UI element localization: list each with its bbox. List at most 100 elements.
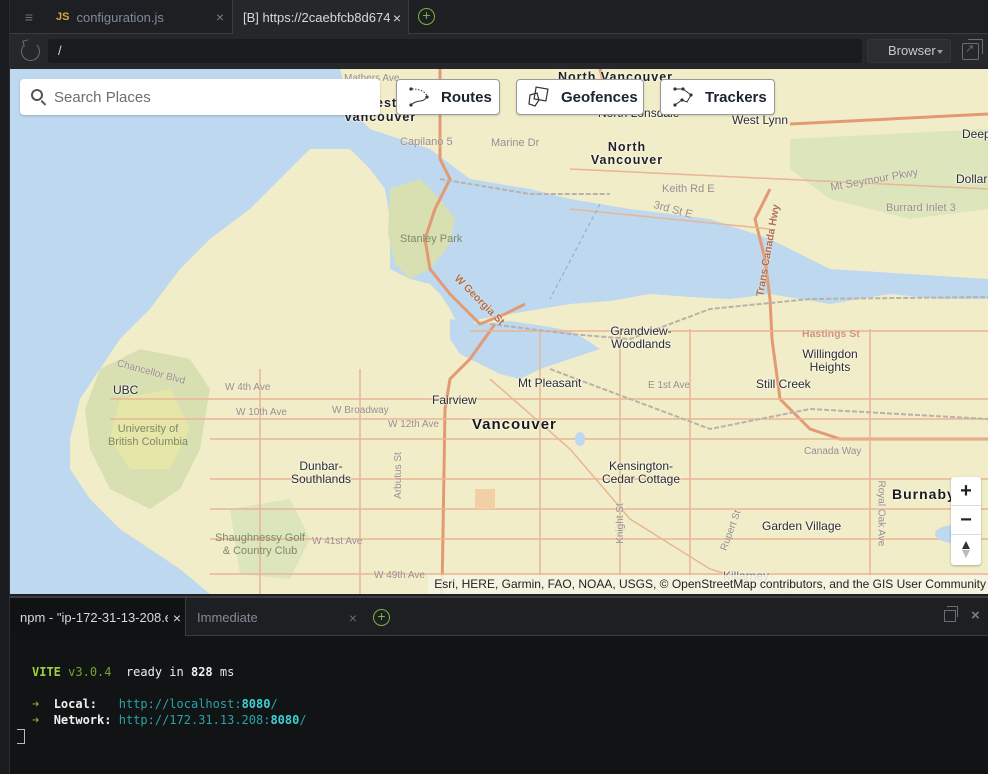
search-places-input[interactable]	[54, 79, 374, 115]
close-icon[interactable]: ×	[173, 610, 181, 626]
map-label: Hastings St	[802, 328, 860, 340]
tab-label: npm - "ip-172-31-13-208.e	[20, 610, 168, 625]
map-label: W 49th Ave	[374, 570, 425, 581]
routes-label: Routes	[441, 88, 492, 106]
map-label: Stanley Park	[400, 233, 463, 245]
map-view[interactable]: Mathers Ave North Vancouver est Vancouve…	[10, 69, 988, 594]
trackers-label: Trackers	[705, 88, 767, 106]
arrow-icon: ➜	[32, 713, 40, 727]
map-label: E 1st Ave	[648, 380, 691, 391]
map-label: North Vancouver	[590, 140, 664, 167]
terminal-line: ➜ Local: http://localhost:8080/	[32, 696, 278, 712]
url-port: 8080	[241, 697, 271, 711]
hamburger-menu-icon[interactable]: ≡	[20, 8, 38, 26]
tab-label: [B] https://2caebfcb8d6742	[243, 10, 391, 25]
popout-window-icon[interactable]	[962, 39, 983, 60]
map-label: Willingdon Heights	[802, 347, 858, 374]
map-label: Grandview-Woodlands	[610, 324, 672, 351]
url-suffix: /	[299, 713, 307, 727]
routes-button[interactable]: Routes	[396, 79, 500, 115]
local-label: Local:	[53, 697, 98, 711]
browser-mode-select[interactable]: Browser	[867, 39, 951, 63]
map-label: Dollar	[956, 172, 988, 186]
map-label: W 10th Ave	[236, 407, 287, 418]
left-gutter	[0, 0, 10, 774]
editor-tab-bar: ≡ JS configuration.js × [B] https://2cae…	[10, 0, 988, 35]
add-terminal-icon[interactable]: +	[373, 609, 390, 626]
map-label: Dunbar-Southlands	[290, 459, 352, 486]
tab-configuration-js[interactable]: JS configuration.js ×	[56, 0, 232, 34]
map-label: Canada Way	[804, 446, 862, 457]
map-label: W Broadway	[332, 405, 389, 416]
map-label: Capilano 5	[400, 136, 453, 148]
terminal-tab-bar: npm - "ip-172-31-13-208.e × Immediate × …	[10, 596, 988, 637]
ready-text: ready in	[125, 665, 184, 679]
close-icon[interactable]: ×	[393, 10, 401, 26]
map-label: W 41st Ave	[312, 536, 363, 547]
map-label: UBC	[113, 383, 139, 397]
map-label: University of British Columbia	[107, 423, 189, 448]
vite-label: VITE	[32, 665, 61, 679]
js-file-icon: JS	[56, 11, 70, 23]
terminal-line: VITE v3.0.4 ready in 828 ms	[32, 664, 234, 680]
maximize-panel-icon[interactable]	[944, 606, 958, 622]
terminal-cursor	[17, 729, 25, 744]
geofences-button[interactable]: Geofences	[516, 79, 644, 115]
map-label: Arbutus St	[392, 452, 404, 499]
search-places-box	[20, 79, 380, 115]
map-label: Mt Pleasant	[518, 376, 582, 390]
tab-browser-preview[interactable]: [B] https://2caebfcb8d6742 ×	[232, 0, 409, 35]
trackers-button[interactable]: Trackers	[660, 79, 775, 115]
close-icon[interactable]: ×	[349, 610, 357, 626]
map-attribution: Esri, HERE, Garmin, FAO, NOAA, USGS, © O…	[428, 575, 988, 594]
reload-icon[interactable]	[21, 42, 40, 61]
geofence-icon	[528, 86, 549, 107]
browser-address-bar: / Browser	[10, 34, 988, 69]
local-url[interactable]: http://localhost:8080/	[119, 697, 278, 711]
map-label: Royal Oak Ave	[875, 480, 887, 547]
tab-immediate[interactable]: Immediate ×	[187, 598, 357, 637]
map-label: Burrard Inlet 3	[886, 202, 956, 214]
route-icon	[409, 87, 429, 107]
browser-mode-label: Browser	[888, 43, 936, 58]
map-label: West Lynn	[732, 113, 789, 127]
network-url[interactable]: http://172.31.13.208:8080/	[119, 713, 307, 727]
map-label: Garden Village	[762, 519, 842, 533]
url-prefix: http://localhost:	[118, 697, 242, 711]
close-icon[interactable]: ×	[216, 9, 224, 25]
vite-version: v3.0.4	[68, 665, 112, 679]
map-label: Vancouver	[472, 416, 557, 433]
network-label: Network:	[53, 713, 112, 727]
url-port: 8080	[270, 713, 300, 727]
zoom-out-button[interactable]: −	[951, 506, 981, 535]
tab-label: Immediate	[197, 610, 258, 625]
tracker-icon	[673, 87, 693, 107]
map-label: Fairview	[432, 393, 477, 407]
ready-time: 828	[190, 665, 213, 679]
search-icon[interactable]	[31, 89, 43, 101]
terminal-output[interactable]: VITE v3.0.4 ready in 828 ms ➜ Local: htt…	[10, 636, 988, 774]
map-label: Still Creek	[756, 377, 811, 391]
map-label: Burnaby	[892, 486, 956, 502]
map-label: W 12th Ave	[388, 419, 439, 430]
arrow-icon: ➜	[32, 697, 40, 711]
map-zoom-controls: + −	[951, 477, 981, 565]
map-label: Knight St	[614, 503, 626, 544]
chevron-down-icon	[937, 50, 943, 54]
add-tab-icon[interactable]: +	[418, 8, 435, 25]
ready-unit: ms	[219, 665, 235, 679]
tab-label: configuration.js	[76, 9, 164, 25]
map-label: Kensington-Cedar Cottage	[601, 459, 681, 486]
zoom-in-button[interactable]: +	[951, 477, 981, 506]
map-label: Shaughnessy Golf & Country Club	[215, 532, 305, 557]
url-input[interactable]: /	[48, 39, 862, 63]
compass-icon[interactable]	[951, 535, 981, 564]
map-label: Deep	[962, 127, 988, 141]
close-panel-icon[interactable]: ×	[971, 607, 980, 624]
geofences-label: Geofences	[561, 88, 638, 106]
tab-npm-terminal[interactable]: npm - "ip-172-31-13-208.e ×	[10, 598, 186, 637]
map-label: Marine Dr	[491, 137, 540, 149]
map-label: Keith Rd E	[662, 183, 715, 195]
terminal-line: ➜ Network: http://172.31.13.208:8080/	[32, 712, 307, 728]
url-suffix: /	[270, 697, 278, 711]
